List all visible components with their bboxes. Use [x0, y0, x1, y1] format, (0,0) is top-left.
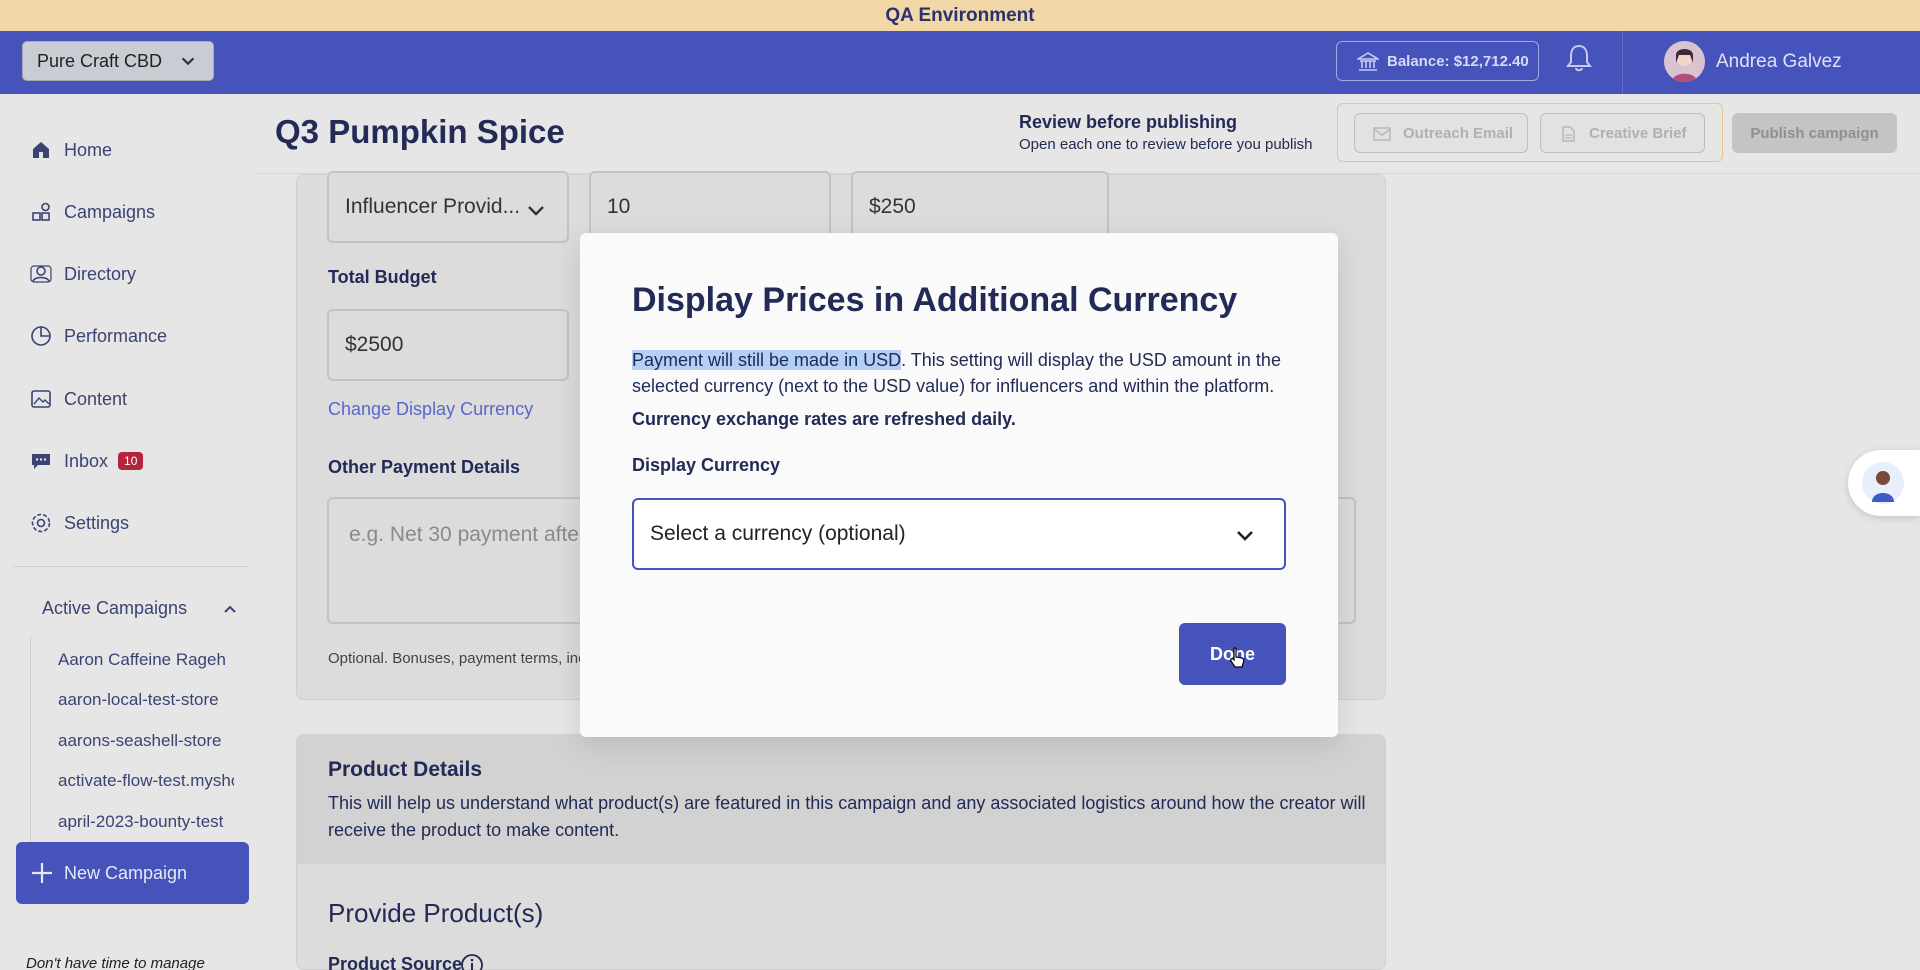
- inbox-icon: [32, 454, 50, 469]
- modal-description: Payment will still be made in USD. This …: [632, 347, 1282, 399]
- bank-icon: [1357, 52, 1379, 71]
- provide-products-title: Provide Product(s): [328, 898, 544, 928]
- other-payment-label: Other Payment Details: [328, 457, 521, 477]
- sidebar-item-campaigns[interactable]: Campaigns: [30, 197, 155, 227]
- help-chat-bubble[interactable]: [1848, 450, 1920, 516]
- currency-select-placeholder: Select a currency (optional): [650, 522, 906, 545]
- currency-modal: Display Prices in Additional Currency Pa…: [580, 233, 1338, 737]
- chevron-down-icon: [1237, 531, 1253, 541]
- exchange-rate-note: Currency exchange rates are refreshed da…: [632, 409, 1016, 429]
- sidebar-item-label: Home: [64, 139, 113, 160]
- chevron-down-icon: [181, 57, 195, 66]
- total-budget-label: Total Budget: [328, 267, 437, 287]
- info-icon[interactable]: [460, 953, 484, 970]
- directory-icon: [30, 265, 52, 283]
- display-currency-label: Display Currency: [632, 455, 781, 475]
- highlighted-text: Payment will still be made in USD: [632, 350, 902, 370]
- avatar-illustration-icon: [1664, 41, 1705, 82]
- campaign-list-item[interactable]: Aaron Caffeine Rageh: [58, 650, 234, 670]
- settings-icon: [31, 513, 51, 533]
- top-bar: Pure Craft CBD Balance: $12,712.40 Andre…: [0, 31, 1920, 94]
- creative-brief-label: Creative Brief: [1589, 124, 1687, 142]
- payment-type-value: Influencer Provid...: [345, 195, 521, 218]
- inbox-count-badge: 10: [118, 452, 144, 470]
- performance-icon: [31, 326, 51, 346]
- sidebar-item-label: Campaigns: [64, 201, 156, 222]
- plus-icon: [32, 863, 52, 883]
- campaign-list-rail: [30, 636, 31, 846]
- total-budget-input[interactable]: $2500: [327, 309, 569, 381]
- topbar-divider: [1622, 31, 1623, 94]
- publish-campaign-button[interactable]: Publish campaign: [1732, 113, 1897, 153]
- product-details-title: Product Details: [328, 758, 483, 781]
- support-avatar-icon: [1862, 462, 1904, 504]
- outreach-email-button[interactable]: Outreach Email: [1354, 113, 1528, 153]
- brand-selector[interactable]: Pure Craft CBD: [22, 41, 214, 81]
- avatar[interactable]: [1664, 41, 1705, 82]
- sidebar-item-settings[interactable]: Settings: [30, 508, 129, 538]
- sidebar-item-inbox[interactable]: Inbox 10: [30, 446, 144, 476]
- change-display-currency-link[interactable]: Change Display Currency: [328, 399, 533, 420]
- home-icon: [33, 142, 49, 158]
- sidebar-footer-note: Don't have time to manage: [26, 955, 205, 970]
- active-campaigns-heading[interactable]: Active Campaigns: [42, 598, 187, 619]
- campaigns-icon: [32, 202, 50, 221]
- environment-banner: QA Environment: [0, 0, 1920, 31]
- product-source-label: Product Source: [328, 954, 463, 970]
- outreach-email-label: Outreach Email: [1403, 124, 1514, 142]
- new-campaign-label: New Campaign: [64, 862, 188, 883]
- pointer-cursor-icon: [1230, 647, 1245, 668]
- sidebar-divider: [14, 566, 248, 567]
- sidebar-item-label: Inbox: [64, 450, 109, 471]
- bell-icon[interactable]: [1566, 43, 1592, 73]
- campaign-list-item[interactable]: april-2023-bounty-test: [58, 812, 234, 832]
- user-name[interactable]: Andrea Galvez: [1716, 51, 1842, 73]
- new-campaign-button[interactable]: New Campaign: [16, 842, 249, 904]
- sidebar-item-directory[interactable]: Directory: [30, 259, 136, 289]
- campaign-list-item[interactable]: activate-flow-test.myshopify: [58, 771, 234, 791]
- sidebar-item-content[interactable]: Content: [30, 384, 127, 414]
- balance-button[interactable]: Balance: $12,712.40: [1336, 41, 1539, 81]
- sidebar-item-label: Content: [64, 388, 128, 409]
- email-icon: [1373, 127, 1391, 141]
- modal-title: Display Prices in Additional Currency: [632, 281, 1238, 319]
- campaign-list-item[interactable]: aarons-seashell-store: [58, 731, 234, 751]
- sidebar-item-performance[interactable]: Performance: [30, 321, 167, 351]
- payment-type-select[interactable]: Influencer Provid...: [327, 171, 569, 243]
- campaign-list-item[interactable]: aaron-local-test-store: [58, 690, 234, 710]
- sidebar-item-label: Performance: [64, 325, 168, 346]
- content-icon: [31, 390, 51, 408]
- document-icon: [1562, 126, 1575, 142]
- sidebar-item-home[interactable]: Home: [30, 135, 112, 165]
- optional-note: Optional. Bonuses, payment terms, inc: [328, 650, 586, 667]
- page-title: Q3 Pumpkin Spice: [275, 113, 565, 150]
- sidebar-item-label: Directory: [64, 263, 137, 284]
- currency-select[interactable]: Select a currency (optional): [632, 498, 1286, 570]
- brand-name: Pure Craft CBD: [37, 50, 163, 71]
- chevron-up-icon[interactable]: [222, 601, 238, 617]
- creative-brief-button[interactable]: Creative Brief: [1540, 113, 1705, 153]
- chevron-down-icon: [528, 206, 544, 216]
- review-subtitle: Open each one to review before you publi…: [1019, 136, 1313, 153]
- sidebar-item-label: Settings: [64, 512, 130, 533]
- balance-label: Balance: $12,712.40: [1387, 52, 1529, 70]
- review-title: Review before publishing: [1019, 112, 1238, 132]
- product-details-description: This will help us understand what produc…: [328, 793, 1366, 840]
